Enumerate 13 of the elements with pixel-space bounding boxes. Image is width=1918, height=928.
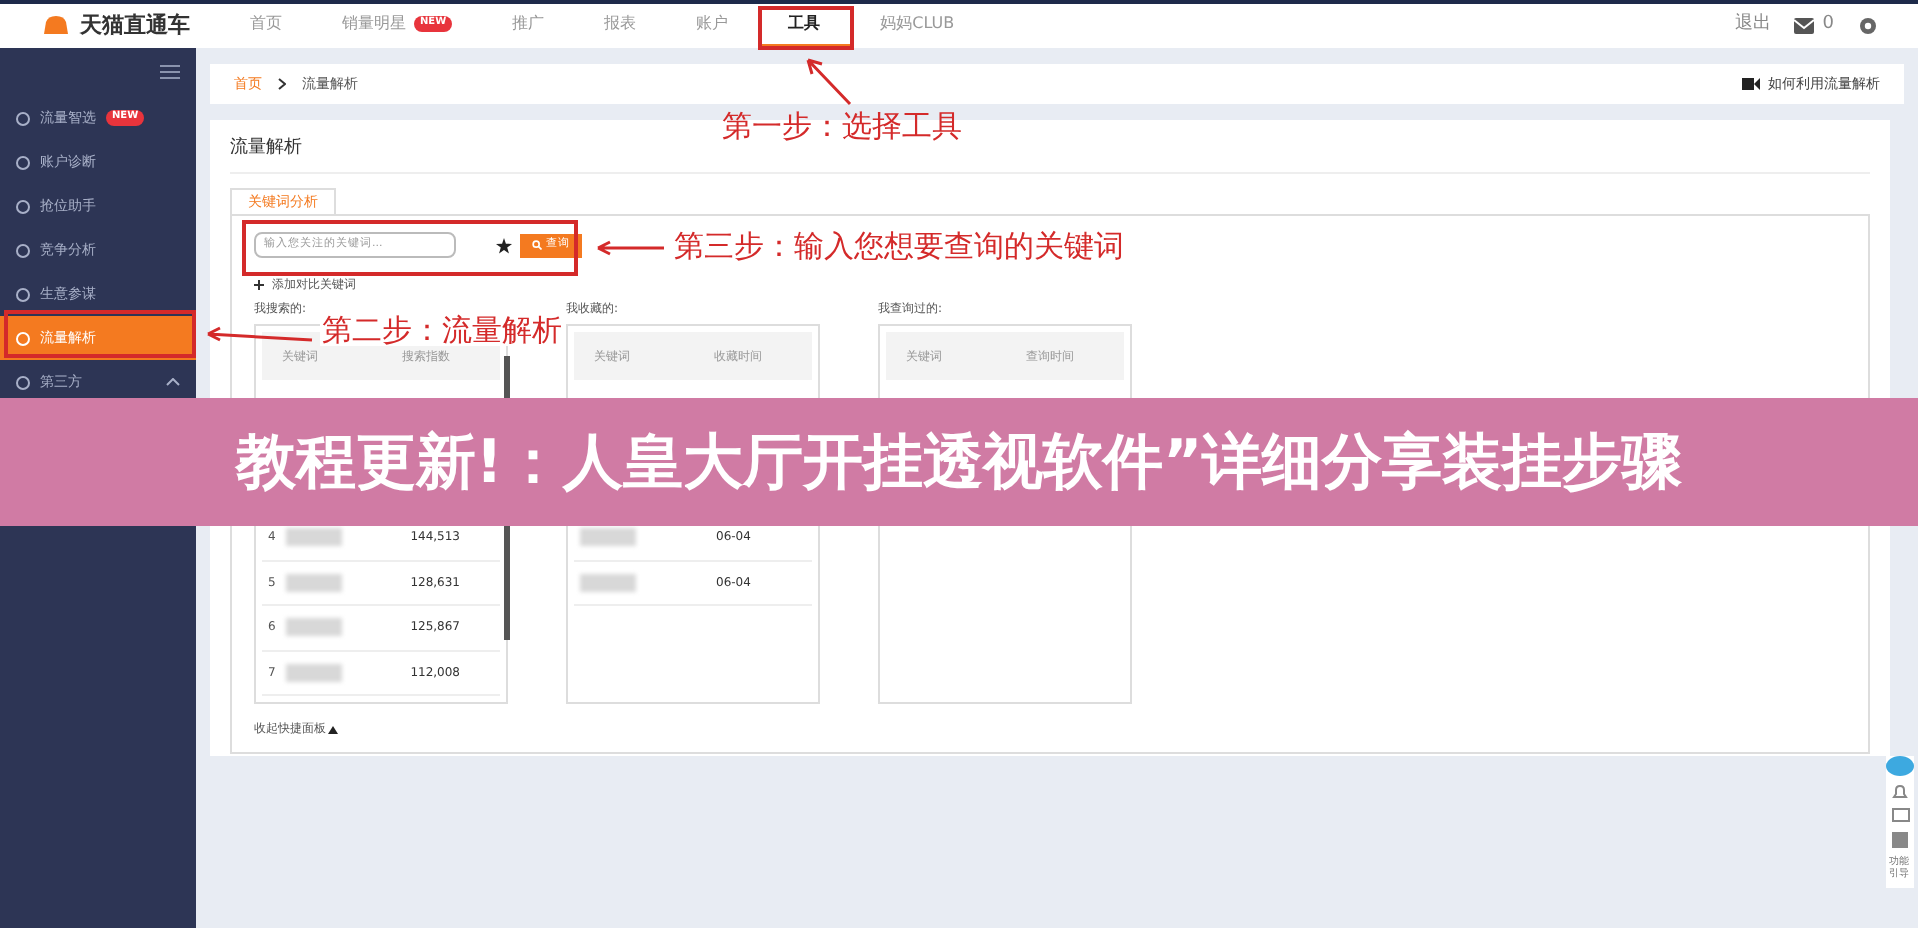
annotation-text: 第一步：选择工具	[720, 112, 964, 142]
nav-tab[interactable]: 推广	[482, 4, 575, 48]
logo-text: 天猫直通车	[80, 9, 190, 42]
annotation-text: 第三步：输入您想要查询的关键词	[672, 232, 1126, 262]
nav-tab[interactable]: 工具	[758, 4, 851, 48]
nav-tab[interactable]: 报表	[574, 4, 667, 48]
nav-tab[interactable]: 首页	[220, 4, 312, 48]
mail-count: 0	[1822, 12, 1834, 39]
nav-tab[interactable]: 妈妈CLUB	[850, 4, 985, 48]
annotation-text: 第二步：流量解析	[320, 316, 564, 346]
logout-link[interactable]: 退出	[1734, 12, 1771, 40]
banner-text: 教程更新!：人皇大厅开挂透视软件”详细分享装挂步骤	[235, 425, 1683, 501]
nav-tab[interactable]: 账户	[666, 4, 759, 48]
